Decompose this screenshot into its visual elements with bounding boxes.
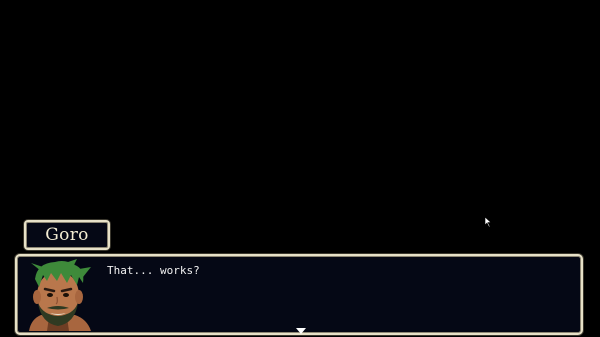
speaker-name: Goro <box>45 224 89 245</box>
goro-portrait-icon <box>29 259 91 331</box>
game-scene[interactable]: Goro That... works? <box>0 0 600 337</box>
mouse-cursor-icon <box>485 217 492 227</box>
advance-arrow-icon[interactable] <box>296 328 306 334</box>
speaker-name-box: Goro <box>24 220 110 250</box>
dialog-text: That... works? <box>107 264 200 277</box>
dialog-box[interactable]: That... works? <box>15 254 583 335</box>
